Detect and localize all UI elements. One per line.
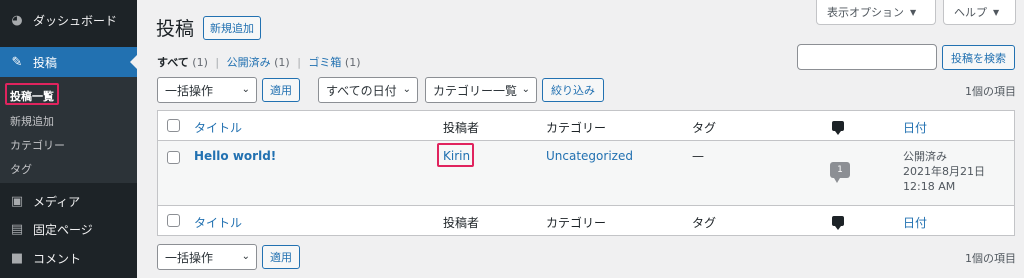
post-date: 公開済み 2021年8月21日 12:18 AM — [903, 149, 985, 194]
comment-icon: ■ — [10, 250, 24, 266]
separator: | — [297, 56, 301, 69]
posts-table: タイトル 投稿者 カテゴリー タグ 日付 Hello world! Kirin … — [157, 110, 1015, 236]
submenu-item-tags[interactable]: タグ — [10, 161, 32, 177]
dashboard-icon: ◕ — [11, 12, 23, 28]
post-category-link[interactable]: Uncategorized — [546, 149, 633, 163]
filter-button[interactable]: 絞り込み — [542, 78, 604, 102]
menu-item-media[interactable]: ▣ メディア — [0, 186, 137, 216]
menu-item-label: メディア — [33, 194, 81, 209]
view-all-count: (1) — [192, 56, 208, 69]
menu-item-label: 固定ページ — [33, 222, 93, 237]
post-title-link[interactable]: Hello world! — [194, 149, 276, 163]
item-count: 1個の項目 — [965, 85, 1016, 98]
page-title: 投稿 — [156, 18, 195, 40]
date-filter-select[interactable]: すべての日付 ⌄ — [318, 77, 418, 103]
chevron-down-icon: ⌄ — [521, 84, 530, 95]
column-author: 投稿者 — [443, 216, 480, 230]
triangle-down-icon: ▼ — [993, 7, 1000, 17]
select-all-checkbox[interactable] — [167, 119, 180, 132]
column-title[interactable]: タイトル — [194, 119, 242, 136]
menu-item-comments[interactable]: ■ コメント — [0, 243, 137, 273]
screen-options-label: 表示オプション — [827, 6, 904, 19]
column-categories: カテゴリー — [546, 121, 607, 135]
submenu-item-categories[interactable]: カテゴリー — [10, 137, 65, 153]
date-filter-value: すべての日付 — [326, 83, 397, 98]
page-icon: ▤ — [10, 221, 24, 237]
column-title[interactable]: タイトル — [194, 214, 242, 231]
item-count-bottom: 1個の項目 — [965, 252, 1016, 265]
table-row: Hello world! Kirin Uncategorized — 1 公開済… — [158, 141, 1014, 205]
menu-item-dashboard[interactable]: ◕ ダッシュボード — [0, 5, 137, 35]
table-footer: タイトル 投稿者 カテゴリー タグ 日付 — [158, 205, 1014, 235]
comments-column-icon[interactable] — [832, 121, 844, 135]
select-all-checkbox[interactable] — [167, 214, 180, 227]
post-status: 公開済み — [903, 150, 947, 163]
table-header: タイトル 投稿者 カテゴリー タグ 日付 — [158, 111, 1014, 141]
media-icon: ▣ — [10, 193, 24, 209]
help-label: ヘルプ — [954, 6, 987, 19]
view-trash-link[interactable]: ゴミ箱 — [308, 56, 341, 69]
menu-item-pages[interactable]: ▤ 固定ページ — [0, 214, 137, 244]
screen-options-button[interactable]: 表示オプション ▼ — [816, 0, 936, 25]
category-filter-value: カテゴリー一覧 — [433, 83, 518, 98]
column-tags: タグ — [692, 216, 717, 230]
active-indicator — [130, 55, 137, 69]
apply-button[interactable]: 適用 — [262, 78, 300, 102]
view-filter-links: すべて (1) | 公開済み (1) | ゴミ箱 (1) — [157, 54, 361, 70]
bulk-action-select[interactable]: 一括操作 ⌄ — [157, 77, 257, 103]
menu-item-posts[interactable]: ✎ 投稿 — [0, 47, 137, 77]
view-all-link[interactable]: すべて — [157, 56, 189, 69]
column-date[interactable]: 日付 — [903, 214, 927, 231]
help-button[interactable]: ヘルプ ▼ — [943, 0, 1016, 25]
apply-button-bottom[interactable]: 適用 — [262, 245, 300, 269]
search-input[interactable] — [797, 44, 937, 70]
chevron-down-icon: ⌄ — [241, 251, 250, 262]
bulk-action-value: 一括操作 — [165, 250, 214, 265]
view-published-count: (1) — [274, 56, 290, 69]
menu-item-label: 投稿 — [33, 55, 58, 70]
view-trash-count: (1) — [344, 56, 361, 69]
post-time-value: 12:18 AM — [903, 180, 956, 193]
pin-icon: ✎ — [11, 54, 23, 70]
chevron-down-icon: ⌄ — [241, 84, 250, 95]
highlight-box — [5, 83, 59, 105]
column-author: 投稿者 — [443, 121, 480, 135]
column-date[interactable]: 日付 — [903, 119, 927, 136]
submenu-item-add-new[interactable]: 新規追加 — [10, 113, 54, 129]
menu-item-label: コメント — [33, 251, 82, 266]
bulk-action-value: 一括操作 — [165, 83, 214, 98]
add-new-button[interactable]: 新規追加 — [203, 16, 261, 40]
post-tags: — — [692, 149, 704, 163]
column-tags: タグ — [692, 121, 717, 135]
main-content: 投稿 新規追加 表示オプション ▼ ヘルプ ▼ すべて (1) | 公開済み (… — [137, 0, 1024, 278]
comments-column-icon[interactable] — [832, 216, 844, 230]
admin-sidebar: ◕ ダッシュボード ✎ 投稿 投稿一覧 新規追加 カテゴリー タグ ▣ メディア… — [0, 0, 137, 278]
search-posts-button[interactable]: 投稿を検索 — [942, 45, 1015, 70]
post-date-value: 2021年8月21日 — [903, 165, 985, 178]
triangle-down-icon: ▼ — [910, 7, 917, 17]
chevron-down-icon: ⌄ — [402, 84, 411, 95]
view-published-link[interactable]: 公開済み — [227, 56, 271, 69]
highlight-box — [437, 143, 474, 167]
menu-item-label: ダッシュボード — [33, 13, 118, 28]
bulk-action-select-bottom[interactable]: 一括操作 ⌄ — [157, 244, 257, 270]
column-categories: カテゴリー — [546, 216, 607, 230]
category-filter-select[interactable]: カテゴリー一覧 ⌄ — [425, 77, 537, 103]
row-checkbox[interactable] — [167, 151, 180, 164]
separator: | — [215, 56, 220, 69]
comment-count-bubble[interactable]: 1 — [830, 162, 850, 183]
